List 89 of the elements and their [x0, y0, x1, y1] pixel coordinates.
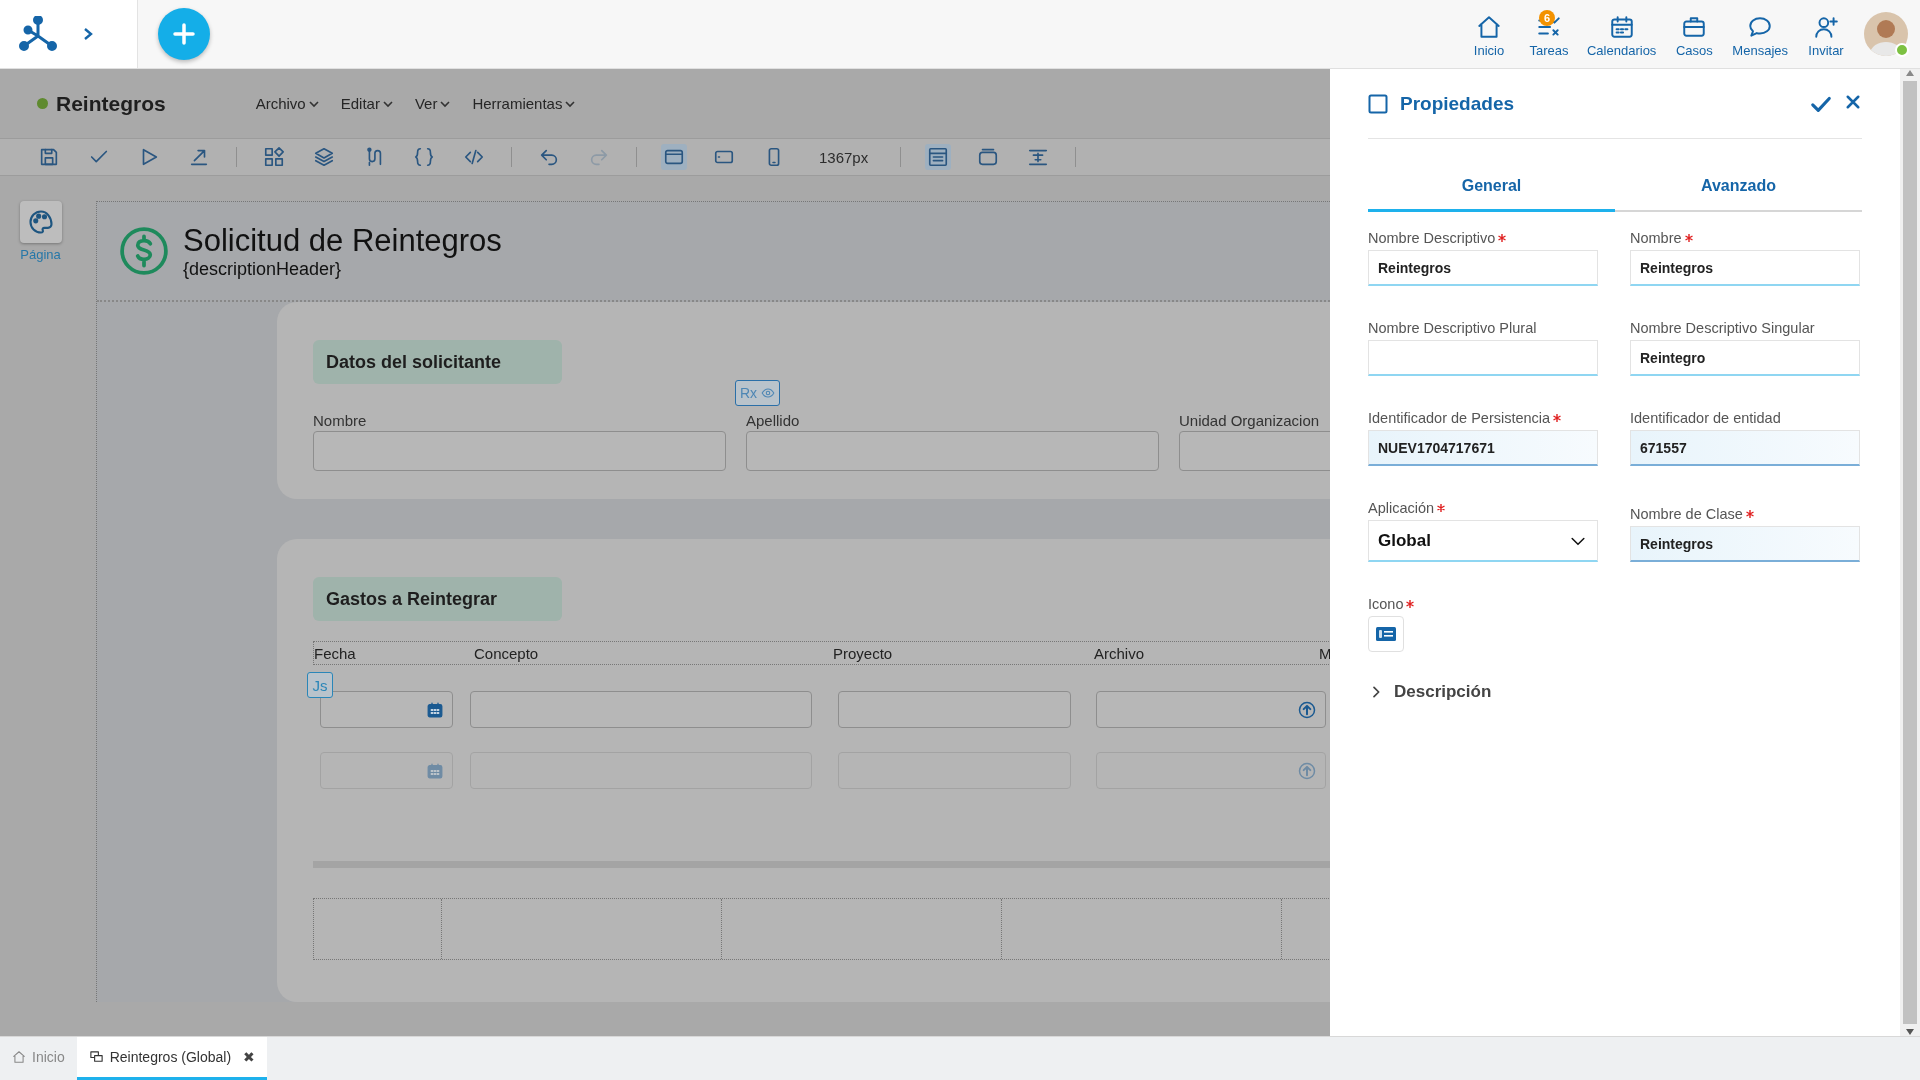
- calendar-icon: [1608, 14, 1635, 40]
- add-user-icon: [1813, 14, 1839, 40]
- field-label: Identificador de entidad: [1630, 410, 1781, 426]
- chevron-right-icon[interactable]: [82, 27, 94, 41]
- braces-icon: [413, 146, 435, 168]
- layers-icon: [313, 146, 335, 168]
- application-select[interactable]: Global: [1368, 520, 1598, 562]
- nav-item[interactable]: Invitar: [1796, 14, 1856, 58]
- field-label: Nombre: [1630, 230, 1682, 246]
- count-badge: 6: [1539, 10, 1555, 26]
- field-label: Nombre Descriptivo Singular: [1630, 320, 1815, 336]
- column-header: Fecha: [314, 644, 357, 662]
- layout-icon: [927, 146, 950, 168]
- field-label: Identificador de Persistencia: [1368, 410, 1551, 426]
- chat-bubble-icon: [1747, 14, 1774, 40]
- text-field[interactable]: Reintegros: [1630, 250, 1860, 286]
- home-icon: [12, 1050, 26, 1064]
- close-tab-icon[interactable]: ✖: [243, 1049, 256, 1065]
- input-field[interactable]: [838, 691, 1071, 728]
- frame-icon: [977, 146, 1000, 168]
- desktop-view-button[interactable]: [661, 144, 687, 170]
- form-title: Solicitud de Reintegros: [183, 222, 502, 259]
- save-icon: [38, 146, 60, 168]
- caret-icon: [440, 99, 451, 108]
- column-header: Proyecto: [833, 644, 894, 662]
- field-label: Unidad Organizacion: [1179, 412, 1321, 429]
- field-label: Nombre Descriptivo Plural: [1368, 320, 1537, 336]
- input-field[interactable]: [470, 691, 812, 728]
- input-field[interactable]: [746, 431, 1159, 471]
- id-card-icon: [1376, 627, 1396, 641]
- column-header: Concepto: [474, 644, 540, 662]
- field-label: Nombre de Clase: [1630, 506, 1743, 522]
- checkbox-icon: [1368, 93, 1388, 114]
- close-icon: [1844, 92, 1862, 111]
- description-expander[interactable]: Descripción: [1368, 682, 1862, 702]
- panel-title: Propiedades: [1400, 92, 1515, 115]
- eye-icon: [761, 386, 776, 400]
- palette-icon: [26, 208, 55, 236]
- tab[interactable]: Avanzado: [1615, 162, 1862, 212]
- menu-item[interactable]: Archivo: [255, 95, 319, 112]
- field-label: Apellido: [746, 412, 801, 429]
- calendar-icon: [426, 700, 444, 719]
- app-logo[interactable]: [18, 16, 58, 52]
- briefcase-icon: [1681, 14, 1708, 40]
- caret-icon: [382, 99, 393, 108]
- text-field[interactable]: Reintegro: [1630, 340, 1860, 376]
- section-title: Gastos a Reintegrar: [313, 577, 562, 621]
- column-header: M: [1319, 644, 1330, 662]
- column-header: Archivo: [1094, 644, 1146, 662]
- field-label: Icono: [1368, 596, 1404, 612]
- text-field[interactable]: NUEV1704717671: [1368, 430, 1598, 466]
- form-subtitle: {descriptionHeader}: [183, 258, 343, 280]
- menu-item[interactable]: Editar: [340, 95, 393, 112]
- widgets-icon: [263, 146, 285, 168]
- width-reading: 1367px: [819, 148, 869, 166]
- field-label: Nombre: [313, 412, 368, 429]
- section-title: Datos del solicitante: [313, 340, 562, 384]
- tab[interactable]: General: [1368, 162, 1615, 212]
- upload-icon: [1297, 699, 1317, 720]
- nav-item[interactable]: Inicio: [1459, 14, 1519, 58]
- caret-icon: [308, 99, 319, 108]
- field-label: Aplicación: [1368, 500, 1435, 516]
- dollar-circle-icon: [119, 226, 169, 276]
- nav-item[interactable]: Mensajes: [1724, 14, 1796, 58]
- add-button[interactable]: [158, 8, 210, 60]
- text-field[interactable]: Reintegros: [1630, 526, 1860, 562]
- document-title: Reintegros: [56, 91, 166, 116]
- text-field[interactable]: 671557: [1630, 430, 1860, 466]
- document-tab[interactable]: Reintegros (Global) ✖: [76, 1037, 268, 1080]
- menu-item[interactable]: Herramientas: [472, 95, 576, 112]
- status-dot: [37, 98, 48, 109]
- scrollbar-thumb[interactable]: [1903, 81, 1917, 1024]
- form-icon: [88, 1049, 104, 1065]
- field-label: Nombre Descriptivo: [1368, 230, 1496, 246]
- input-field[interactable]: [313, 431, 726, 471]
- upload-icon: [1297, 760, 1317, 781]
- calendar-icon: [426, 761, 444, 780]
- plus-icon: [172, 22, 196, 46]
- caret-icon: [565, 99, 576, 108]
- text-field[interactable]: [1368, 340, 1598, 376]
- icon-picker-button[interactable]: [1368, 616, 1404, 652]
- date-field[interactable]: [320, 691, 453, 728]
- nav-item[interactable]: Calendarios: [1579, 14, 1665, 58]
- menu-item[interactable]: Ver: [414, 95, 451, 112]
- nav-item[interactable]: Casos: [1664, 14, 1725, 58]
- layout-button[interactable]: [925, 144, 952, 170]
- home-icon: [1476, 14, 1502, 40]
- text-field[interactable]: Reintegros: [1368, 250, 1598, 286]
- file-field[interactable]: [1096, 691, 1326, 728]
